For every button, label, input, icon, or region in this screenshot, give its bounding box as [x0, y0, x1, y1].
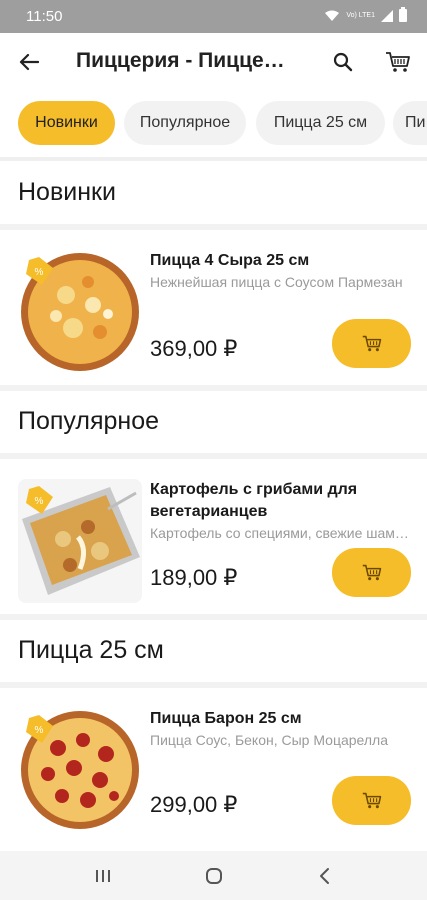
- section-separator: [0, 614, 427, 620]
- section-title-novinki: Новинки: [18, 178, 116, 206]
- cart-icon: [362, 335, 381, 352]
- wifi-icon: [325, 10, 340, 21]
- discount-tag-icon: %: [26, 257, 53, 285]
- chip-pizza-25[interactable]: Пицца 25 см: [256, 101, 385, 145]
- product-price: 299,00 ₽: [150, 792, 238, 817]
- back-nav-icon: [320, 868, 329, 884]
- recent-apps-button[interactable]: [90, 863, 116, 889]
- product-name: Картофель с грибами для вегетарианцев: [150, 481, 358, 520]
- chip-label: Новинки: [35, 114, 98, 131]
- svg-text:%: %: [35, 267, 44, 278]
- system-back-button[interactable]: [312, 863, 338, 889]
- svg-text:%: %: [35, 725, 44, 736]
- product-card[interactable]: % Картофель с грибами для вегетарианцев …: [0, 459, 427, 614]
- status-time: 11:50: [26, 8, 63, 25]
- search-icon: [333, 52, 353, 72]
- cart-icon: [362, 792, 381, 809]
- status-bar: 11:50 Vo) LTE1: [0, 0, 427, 33]
- system-nav-bar: [0, 851, 427, 900]
- section-separator: [0, 385, 427, 391]
- chips-divider: [0, 157, 427, 161]
- chip-popular[interactable]: Популярное: [124, 101, 246, 145]
- cart-button[interactable]: [382, 47, 414, 77]
- product-description: Нежнейшая пицца с Соусом Пармезан: [150, 274, 403, 290]
- svg-text:%: %: [35, 496, 44, 507]
- toolbar: Пиццерия - Пиццерия: [0, 33, 427, 91]
- product-name: Пицца 4 Сыра 25 см: [150, 252, 310, 269]
- page-title: Пиццерия - Пиццерия: [76, 49, 286, 72]
- product-name: Пицца Барон 25 см: [150, 710, 302, 727]
- recent-apps-icon: [96, 870, 110, 882]
- chip-more[interactable]: Пи: [393, 101, 427, 145]
- back-button[interactable]: [14, 47, 44, 77]
- status-icons: Vo) LTE1: [324, 7, 407, 22]
- signal-icon: [381, 9, 393, 22]
- add-to-cart-button[interactable]: [332, 776, 411, 825]
- add-to-cart-button[interactable]: [332, 319, 411, 368]
- battery-icon: [399, 7, 407, 22]
- cart-icon: [386, 52, 410, 72]
- chip-label: Пицца 25 см: [273, 114, 368, 131]
- section-title-pizza-25: Пицца 25 см: [18, 636, 164, 664]
- category-chips: Новинки Популярное Пицца 25 см Пи: [0, 91, 427, 157]
- product-description: Картофель со специями, свежие шампиньоны: [150, 525, 412, 541]
- product-price: 189,00 ₽: [150, 565, 238, 590]
- discount-tag-icon: %: [26, 486, 53, 514]
- cart-icon: [362, 564, 381, 581]
- home-icon: [206, 868, 222, 884]
- discount-tag-icon: %: [26, 715, 53, 743]
- section-title-popular: Популярное: [18, 407, 160, 435]
- search-button[interactable]: [328, 47, 358, 77]
- product-card[interactable]: % Пицца Барон 25 см Пицца Соус, Бекон, С…: [0, 688, 427, 843]
- product-image-potato-mushroom: %: [18, 479, 142, 603]
- product-image-four-cheese: %: [18, 250, 142, 374]
- product-price: 369,00 ₽: [150, 336, 238, 361]
- chip-label: Пи: [405, 114, 426, 131]
- add-to-cart-button[interactable]: [332, 548, 411, 597]
- network-label: Vo) LTE1: [346, 12, 375, 19]
- product-description: Пицца Соус, Бекон, Сыр Моцарелла: [150, 732, 388, 748]
- product-card[interactable]: % Пицца 4 Сыра 25 см Нежнейшая пицца с С…: [0, 230, 427, 385]
- home-button[interactable]: [201, 863, 227, 889]
- chip-novinki[interactable]: Новинки: [18, 101, 115, 145]
- arrow-left-icon: [19, 53, 39, 71]
- chip-label: Популярное: [139, 114, 231, 131]
- product-image-pepperoni: %: [18, 708, 142, 832]
